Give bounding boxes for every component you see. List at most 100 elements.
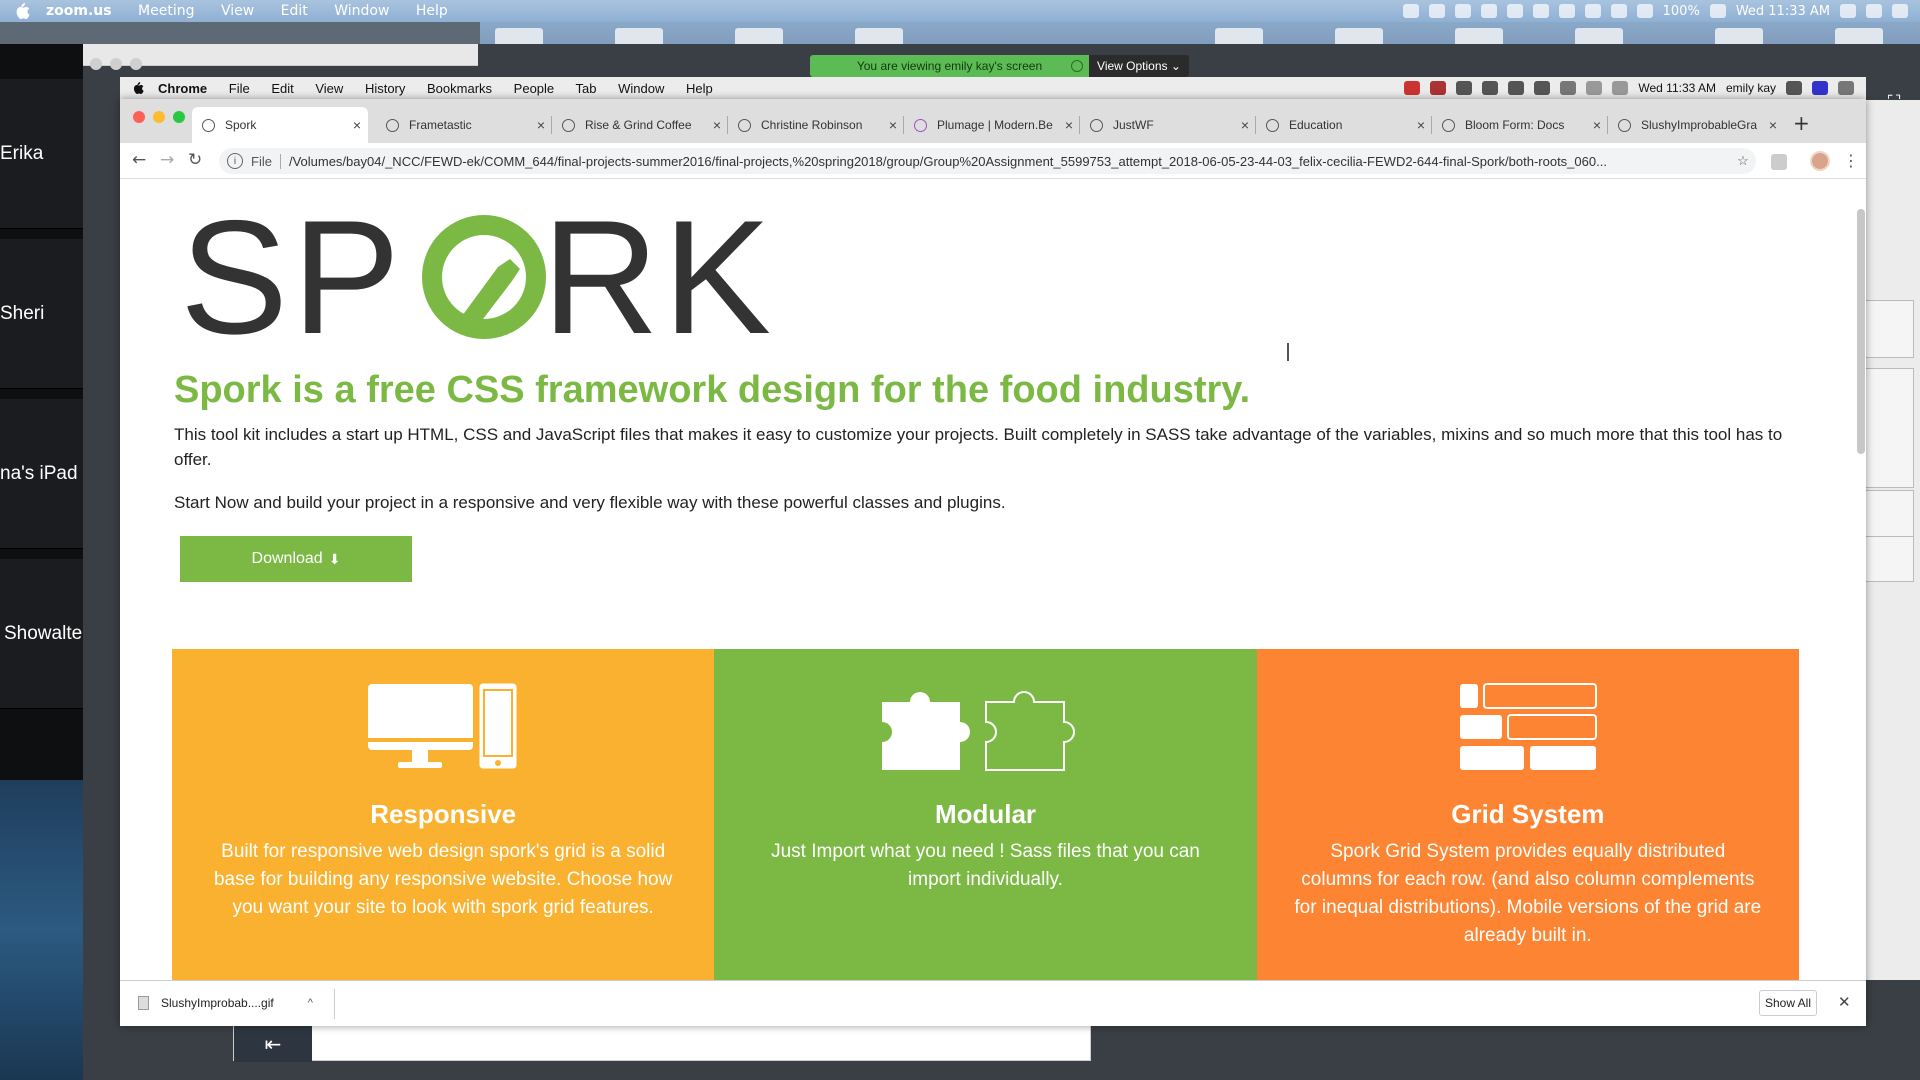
battery-percent[interactable]: 100% [1663,4,1700,19]
download-item[interactable]: SlushyImprobab....gif ^ [138,996,313,1010]
participant-tile[interactable]: Sheri [0,239,83,389]
menu-edit[interactable]: Edit [281,3,308,19]
zoom-status-icon[interactable] [1402,4,1419,18]
side-panel-item[interactable] [1866,300,1914,358]
close-tab-icon[interactable]: × [1058,117,1080,133]
volume-icon[interactable] [1636,4,1653,18]
extension-icon[interactable] [1771,154,1787,170]
notification-center-icon[interactable] [1892,4,1908,18]
menu-file[interactable]: File [229,81,250,96]
chevron-up-icon[interactable]: ^ [308,997,313,1009]
close-window-icon[interactable] [90,58,102,70]
menu-window[interactable]: Window [618,81,664,96]
dropbox-icon[interactable] [1404,81,1421,95]
tab-title: Education [1289,118,1343,132]
wifi-icon[interactable] [1584,4,1601,18]
menu-history[interactable]: History [365,81,405,96]
tab-title: Rise & Grind Coffee [585,118,692,132]
close-tab-icon[interactable]: × [706,117,728,133]
menubar-clock[interactable]: Wed 11:33 AM [1736,4,1830,19]
tab-slushy[interactable]: SlushyImprobableGra × [1608,107,1784,143]
shared-clock[interactable]: Wed 11:33 AM [1638,81,1716,95]
close-tab-icon[interactable]: × [1410,117,1432,133]
apple-icon[interactable] [14,2,32,20]
spotlight-icon[interactable] [1786,81,1802,95]
battery-icon[interactable] [1709,4,1726,18]
siri-icon[interactable] [1812,81,1828,95]
stack-icon[interactable] [1456,81,1473,95]
info-icon[interactable]: i [227,153,243,169]
close-tab-icon[interactable]: × [1234,117,1256,133]
tab-plumage[interactable]: Plumage | Modern.Be × [904,107,1080,143]
side-panel-item[interactable] [1866,368,1914,488]
close-tab-icon[interactable]: × [1762,117,1784,133]
airplay-icon[interactable] [1534,81,1551,95]
collapse-left-icon[interactable]: ⇤ [234,1026,312,1062]
view-options-button[interactable]: View Options ⌄ [1089,55,1189,77]
close-tab-icon[interactable]: × [882,117,904,133]
participant-tile[interactable]: Showalte [0,559,83,709]
sync-icon[interactable] [1508,81,1525,95]
stack-icon[interactable] [1480,4,1497,18]
notification-center-icon[interactable] [1838,81,1854,95]
forward-arrow-icon[interactable]: → [160,150,174,170]
tab-bloom-form[interactable]: Bloom Form: Docs × [1432,107,1608,143]
creative-cloud-icon[interactable] [1454,4,1471,18]
menu-help[interactable]: Help [416,3,448,19]
creative-cloud-icon[interactable] [1430,81,1447,95]
menu-app-zoom[interactable]: zoom.us [46,3,112,19]
menu-edit[interactable]: Edit [271,81,293,96]
participant-tile[interactable]: na's iPad [0,399,83,549]
bookmark-star-icon[interactable]: ☆ [1730,153,1756,169]
reload-icon[interactable]: ↻ [188,150,202,170]
airplay-icon[interactable] [1506,4,1523,18]
tab-justwf[interactable]: JustWF × [1080,107,1256,143]
tab-education[interactable]: Education × [1256,107,1432,143]
menu-app-chrome[interactable]: Chrome [158,81,207,96]
menu-window[interactable]: Window [334,3,389,19]
chrome-menu-icon[interactable]: ⋮ [1843,151,1859,170]
minimize-window-icon[interactable] [110,58,122,70]
apple-icon[interactable] [132,81,144,95]
menu-view[interactable]: View [315,81,343,96]
wifi-icon[interactable] [1612,81,1629,95]
close-tab-icon[interactable]: × [346,117,368,133]
menu-tab[interactable]: Tab [576,81,597,96]
time-machine-icon[interactable] [1560,81,1577,95]
new-tab-icon[interactable]: + [1793,111,1810,135]
url-text[interactable]: /Volumes/bay04/_NCC/FEWD-ek/COMM_644/fin… [289,154,1730,169]
tab-frametastic[interactable]: Frametastic × [376,107,552,143]
profile-avatar[interactable] [1810,151,1830,171]
zoom-window-icon[interactable] [130,58,142,70]
menu-help[interactable]: Help [686,81,713,96]
back-arrow-icon[interactable]: ← [132,150,146,170]
spotlight-icon[interactable] [1840,4,1856,18]
menu-view[interactable]: View [221,3,254,19]
bluetooth-icon[interactable] [1586,81,1603,95]
close-tab-icon[interactable]: × [1586,117,1608,133]
close-tab-icon[interactable]: × [530,117,552,133]
istat-icon[interactable] [1482,81,1499,95]
tab-rise-grind[interactable]: Rise & Grind Coffee × [552,107,728,143]
siri-icon[interactable] [1866,4,1882,18]
show-all-button[interactable]: Show All [1759,990,1817,1016]
shared-user[interactable]: emily kay [1726,81,1776,95]
time-machine-icon[interactable] [1532,4,1549,18]
address-bar[interactable]: i File /Volumes/bay04/_NCC/FEWD-ek/COMM_… [219,148,1756,174]
download-button[interactable]: Download ⬇ [180,536,412,582]
minimize-window-icon[interactable] [153,111,165,123]
menu-bookmarks[interactable]: Bookmarks [427,81,492,96]
input-source-icon[interactable] [1610,4,1627,18]
close-window-icon[interactable] [133,111,145,123]
tab-spork[interactable]: Spork × [192,107,368,143]
menu-meeting[interactable]: Meeting [138,3,194,19]
participant-tile[interactable]: Erika [0,79,83,229]
page-scrollbar[interactable] [1857,209,1865,454]
chat-icon[interactable] [1428,4,1445,18]
close-shelf-icon[interactable]: ✕ [1838,993,1851,1011]
menu-people[interactable]: People [514,81,554,96]
bluetooth-icon[interactable] [1558,4,1575,18]
side-panel-item[interactable] [1866,536,1914,582]
maximize-window-icon[interactable] [173,111,185,123]
tab-christine-robinson[interactable]: Christine Robinson × [728,107,904,143]
